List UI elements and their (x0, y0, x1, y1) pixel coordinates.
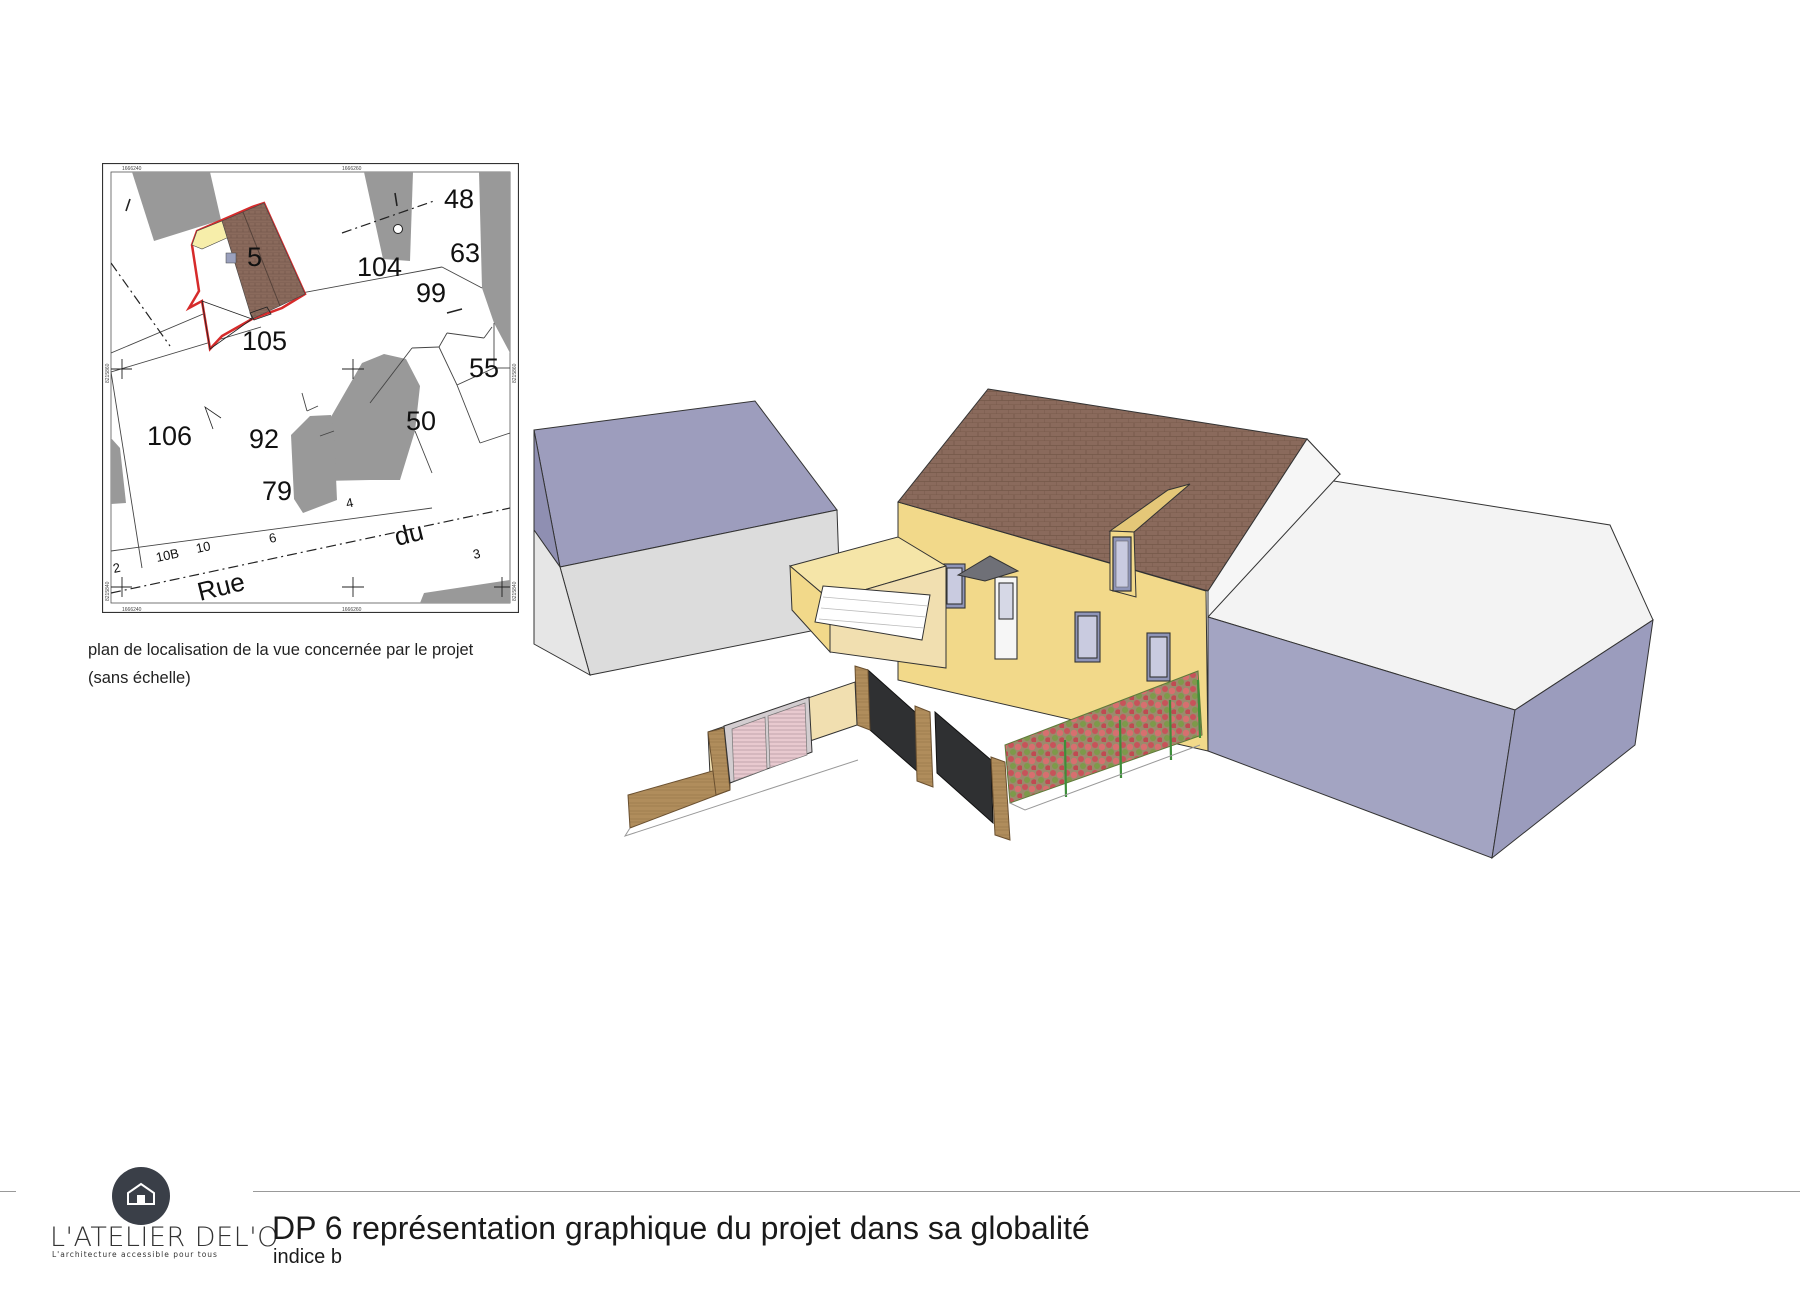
parcel-number: 63 (450, 238, 480, 268)
grid-label-y1-right: 8215860 (512, 363, 518, 383)
document-revision-index: indice b (273, 1246, 342, 1268)
logo-tagline: L'architecture accessible pour tous (52, 1250, 218, 1259)
parcel-number: 5 (247, 242, 262, 272)
parcel-number: 99 (416, 278, 446, 308)
parcel-number: 48 (444, 184, 474, 214)
grid-label-x2-bottom: 1666260 (342, 607, 362, 613)
grid-label-y2: 8215840 (105, 581, 111, 601)
parcel-number: 50 (406, 406, 436, 436)
parcel-number: 106 (147, 421, 192, 451)
cadastral-location-plan: 1666240 1666260 1666240 1666260 8215860 … (102, 163, 519, 613)
footer-rule-left (0, 1191, 16, 1192)
plan-caption: plan de localisation de la vue concernée… (88, 641, 474, 659)
street-number: 10 (195, 538, 212, 556)
grid-label-x2: 1666260 (342, 166, 362, 172)
footer-rule (253, 1191, 1800, 1192)
plan-caption-scale: (sans échelle) (88, 669, 191, 687)
parcel-number: 55 (469, 353, 499, 383)
parcel-number: 105 (242, 326, 287, 356)
parcel-number: 79 (262, 476, 292, 506)
project-3d-view (533, 388, 1654, 860)
parcel-number: 104 (357, 252, 402, 282)
grid-label-y2-right: 8215840 (512, 581, 518, 601)
front-wall (627, 681, 858, 829)
logo-wordmark: L'ATELIER DEL'O (50, 1222, 279, 1253)
document-title: DP 6 représentation graphique du projet … (272, 1210, 1090, 1246)
grid-label-x1-bottom: 1666240 (122, 607, 142, 613)
grid-label-y1: 8215860 (105, 363, 111, 383)
grid-label-x1: 1666240 (122, 166, 142, 172)
parcel-number: 92 (249, 424, 279, 454)
building-block (291, 415, 337, 513)
neighbor-building-left (533, 400, 842, 677)
